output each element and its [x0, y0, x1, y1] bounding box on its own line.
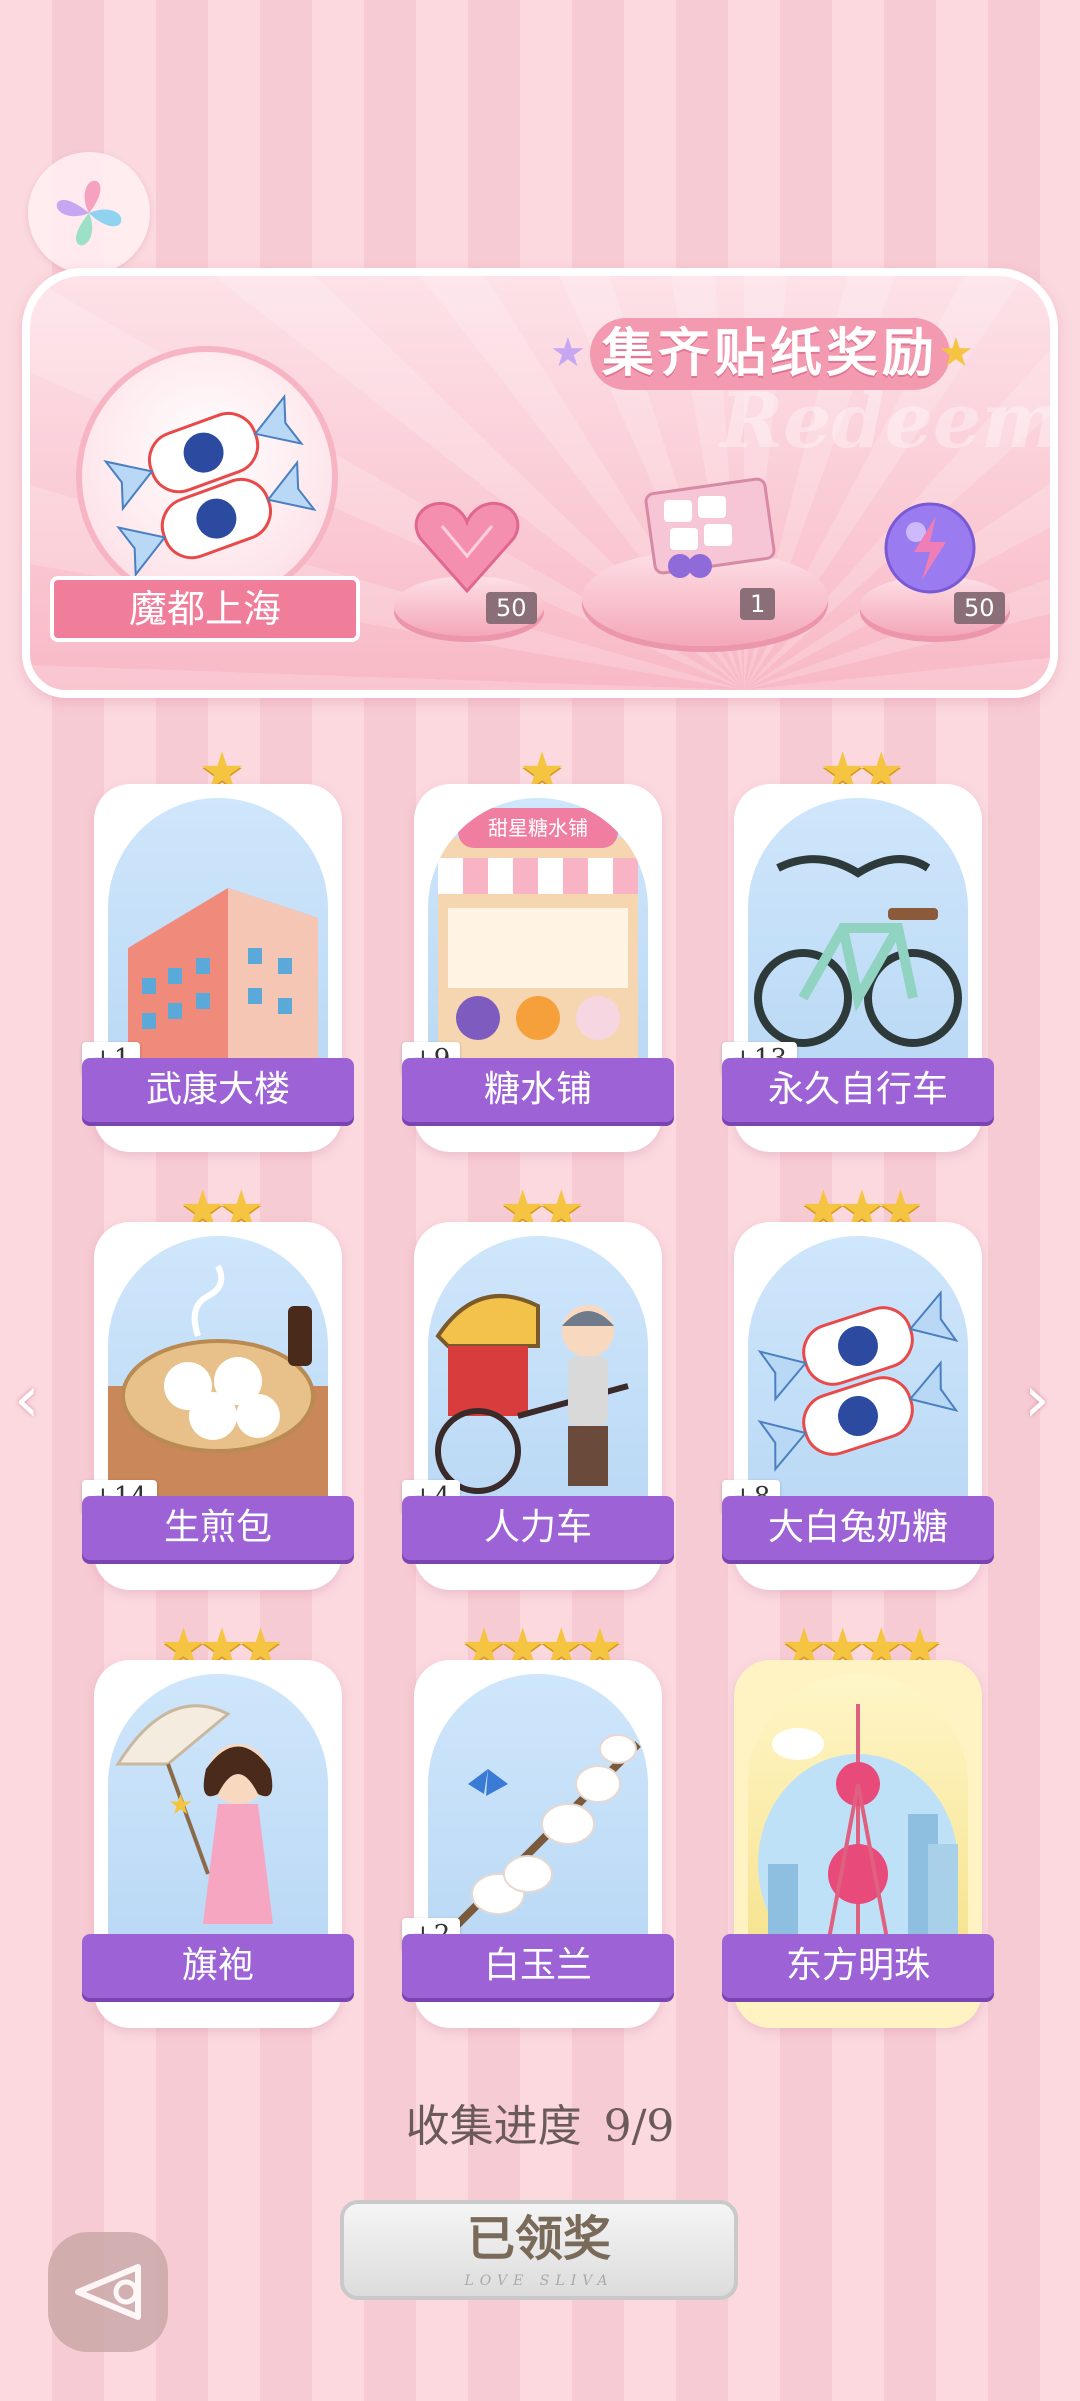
- sticker-card-rickshaw[interactable]: ★★ +4 人力车: [402, 1180, 674, 1590]
- sticker-card-candy[interactable]: ★★★ +8 大白兔奶糖: [722, 1180, 994, 1590]
- reward-count: 1: [740, 588, 776, 620]
- back-arrow-icon: [75, 2264, 141, 2320]
- sticker-image: [748, 1236, 968, 1526]
- banner-title: 集齐贴纸奖励: [590, 318, 950, 390]
- pinwheel-logo-button[interactable]: [28, 152, 150, 274]
- claimed-button[interactable]: 已领奖 LOVE SLIVA: [340, 2200, 738, 2300]
- back-button[interactable]: [48, 2232, 168, 2352]
- card-name: 武康大楼: [82, 1058, 354, 1122]
- card-name: 生煎包: [82, 1496, 354, 1560]
- heart-diamond-icon: [414, 501, 520, 594]
- card-name: 白玉兰: [402, 1934, 674, 1998]
- candy-icon: [103, 393, 317, 578]
- sticker-card-qipao[interactable]: ★★★ ★ 旗袍: [82, 1618, 354, 2028]
- energy-orb-icon: [884, 502, 976, 594]
- progress-value: 9/9: [603, 2101, 675, 2152]
- next-page-button[interactable]: ›: [1024, 1360, 1064, 1440]
- card-name: 永久自行车: [722, 1058, 994, 1122]
- sticker-card-bicycle[interactable]: ★★ +13 永久自行车: [722, 742, 994, 1152]
- dessert-shop-icon: 甜星糖水铺: [438, 808, 638, 1088]
- shop-sign-text: 甜星糖水铺: [488, 816, 588, 840]
- star-sparkle-icon: ★: [938, 330, 974, 376]
- qipao-girl-icon: ★: [115, 1704, 273, 1924]
- sticker-image: ★: [108, 1674, 328, 1964]
- card-name: 旗袍: [82, 1934, 354, 1998]
- svg-text:★: ★: [168, 1788, 193, 1821]
- star-sparkle-icon: ★: [550, 330, 586, 376]
- sticker-card-wukang[interactable]: ★ +1 武康大楼: [82, 742, 354, 1152]
- card-name: 东方明珠: [722, 1934, 994, 1998]
- sticker-card-shengjian[interactable]: ★★ +14 生煎包: [82, 1180, 354, 1590]
- collection-progress: 收集进度 9/9: [0, 2090, 1080, 2154]
- sticker-image: [108, 798, 328, 1088]
- reward-count: 50: [486, 592, 537, 624]
- gift-box-icon: [644, 477, 776, 578]
- location-ribbon: 魔都上海: [50, 576, 360, 642]
- oriental-pearl-tower-icon: [758, 1704, 958, 1964]
- candy-icon: [757, 1290, 959, 1472]
- building-icon: [128, 888, 318, 1088]
- sticker-image: [428, 1236, 648, 1526]
- magnolia-icon: [445, 1734, 641, 1937]
- card-name: 糖水铺: [402, 1058, 674, 1122]
- banner-title-area: ★ 集齐贴纸奖励 ★: [550, 312, 974, 408]
- sticker-image: [748, 1674, 968, 1964]
- claim-button-subtext: LOVE SLIVA: [464, 2273, 614, 2289]
- sticker-preview: [76, 346, 338, 608]
- sticker-card-oriental-pearl[interactable]: ★★★★ 东方明珠: [722, 1618, 994, 2028]
- sticker-image: 甜星糖水铺: [428, 798, 648, 1088]
- card-name: 人力车: [402, 1496, 674, 1560]
- sticker-card-dessert-shop[interactable]: ★ 甜星糖水铺 +9 糖水铺: [402, 742, 674, 1152]
- sticker-image: [428, 1674, 648, 1964]
- pinwheel-logo-icon: [56, 180, 122, 246]
- reward-banner: Redeem ★ 集齐贴纸奖励 ★ 魔都上海 50 1 50: [22, 268, 1058, 698]
- sticker-card-magnolia[interactable]: ★★★★ +2 白玉兰: [402, 1618, 674, 2028]
- progress-label: 收集进度: [405, 2101, 582, 2152]
- claim-button-label: 已领奖: [466, 2211, 611, 2267]
- rickshaw-icon: [435, 1294, 629, 1494]
- reward-count: 50: [954, 592, 1005, 624]
- card-name: 大白兔奶糖: [722, 1496, 994, 1560]
- prev-page-button[interactable]: ‹: [14, 1360, 54, 1440]
